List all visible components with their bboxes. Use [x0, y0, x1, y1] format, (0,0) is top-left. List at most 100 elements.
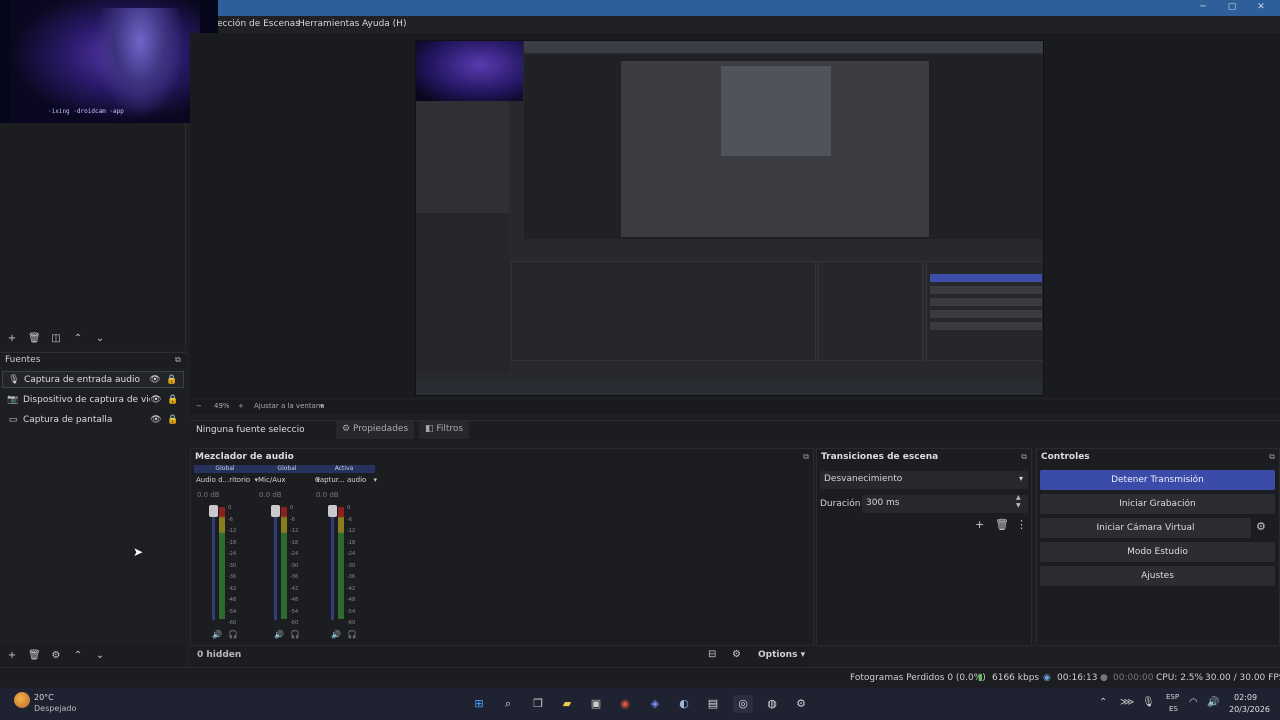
studio-mode-button[interactable]: Modo Estudio	[1040, 542, 1275, 562]
move-down-icon[interactable]: ⌄	[94, 333, 106, 344]
channel-name[interactable]: Mic/Aux	[258, 476, 312, 484]
filters-button[interactable]: ◧ Filtros	[419, 421, 470, 439]
speaker-icon[interactable]: 🔊	[274, 630, 284, 639]
lock-icon[interactable]: 🔒	[167, 415, 179, 425]
chevron-down-icon[interactable]: ▾	[373, 476, 377, 484]
lock-icon[interactable]: 🔒	[166, 375, 178, 385]
volume-slider-handle[interactable]	[209, 505, 218, 517]
gear-icon[interactable]: ⚙	[1256, 520, 1266, 533]
chrome-icon[interactable]: ◉	[615, 695, 635, 713]
volume-icon[interactable]: 🔊	[1207, 697, 1219, 708]
gear-icon[interactable]: ⚙	[50, 650, 62, 661]
close-button[interactable]: ✕	[1255, 2, 1267, 12]
weather-icon[interactable]	[14, 692, 30, 708]
stop-streaming-button[interactable]: Detener Transmisión	[1040, 470, 1275, 490]
volume-slider[interactable]	[331, 505, 334, 620]
language-indicator[interactable]: ESP	[1166, 693, 1179, 701]
zoom-out-button[interactable]: −	[196, 402, 202, 410]
zoom-fit-label[interactable]: Ajustar a la ventana	[254, 402, 325, 410]
trash-icon[interactable]: 🗑	[995, 518, 1009, 531]
discord-icon[interactable]: ◈	[645, 695, 665, 713]
undock-icon[interactable]: ⧉	[1269, 452, 1275, 462]
settings-icon[interactable]: ⚙	[732, 649, 741, 660]
app-icon[interactable]: ◍	[762, 695, 782, 713]
store-icon[interactable]: ▣	[586, 695, 606, 713]
headphones-icon[interactable]: 🎧	[290, 630, 300, 639]
trash-icon[interactable]: 🗑	[28, 650, 41, 661]
search-icon[interactable]: ⌕	[498, 695, 518, 713]
trash-icon[interactable]: 🗑	[28, 333, 41, 344]
zoom-in-button[interactable]: +	[238, 402, 244, 410]
undock-icon[interactable]: ⧉	[175, 355, 181, 365]
menu-scene-collection[interactable]: ección de Escenas	[217, 19, 300, 29]
task-view-icon[interactable]: ❐	[528, 695, 548, 713]
volume-slider[interactable]	[274, 505, 277, 620]
channel-name[interactable]: Captur... audio	[315, 476, 369, 484]
source-item[interactable]: 📷 Dispositivo de captura de video 👁 🔒	[2, 391, 184, 408]
minimize-button[interactable]: ─	[1197, 2, 1209, 12]
duration-spinner[interactable]: ▲ ▼	[1016, 494, 1021, 510]
meter-scale: 0 -6 -12 -18 -24 -30 -36 -42 -48 -54 -60	[290, 505, 306, 626]
meter-tick: 0	[347, 505, 351, 511]
transition-select[interactable]: Desvanecimiento ▾	[820, 471, 1028, 489]
steam-icon[interactable]: ◐	[674, 695, 694, 713]
meter-tick: -24	[290, 551, 299, 557]
clock-time[interactable]: 02:09	[1234, 693, 1257, 702]
more-icon[interactable]: ⋮	[1016, 518, 1027, 531]
controls-title: Controles	[1041, 452, 1090, 462]
keyboard-layout[interactable]: ES	[1169, 705, 1178, 713]
properties-button[interactable]: ⚙ Propiedades	[336, 421, 415, 439]
speaker-icon[interactable]: 🔊	[331, 630, 341, 639]
move-up-icon[interactable]: ⌃	[72, 333, 84, 344]
preview-nested-sources	[416, 213, 509, 373]
chevron-up-icon[interactable]: ⌃	[1099, 697, 1107, 708]
clock-date[interactable]: 20/3/2026	[1229, 705, 1270, 714]
volume-slider-handle[interactable]	[271, 505, 280, 517]
meter-tick: -12	[347, 528, 356, 534]
channel-name[interactable]: Audio d...ritorio	[196, 476, 250, 484]
menu-help[interactable]: Ayuda (H)	[362, 19, 406, 29]
network-icon[interactable]: ⋙	[1120, 697, 1134, 708]
chevron-down-icon[interactable]: ▾	[320, 402, 324, 410]
meter-tick: -18	[228, 539, 237, 546]
volume-slider[interactable]	[212, 505, 215, 620]
eye-icon[interactable]: 👁	[150, 395, 162, 405]
options-label: Options	[758, 650, 798, 660]
headphones-icon[interactable]: 🎧	[347, 630, 357, 639]
folder-icon[interactable]: ▰	[557, 695, 577, 713]
volume-slider-handle[interactable]	[328, 505, 337, 517]
settings-button[interactable]: Ajustes	[1040, 566, 1275, 586]
menu-tools[interactable]: Herramientas	[298, 19, 359, 29]
move-up-icon[interactable]: ⌃	[72, 650, 84, 661]
speaker-icon[interactable]: 🔊	[212, 630, 222, 639]
maximize-button[interactable]: ▢	[1226, 2, 1238, 12]
duration-input[interactable]: 300 ms	[862, 495, 1028, 513]
source-item[interactable]: ▭ Captura de pantalla 👁 🔒	[2, 411, 184, 428]
terminal-icon[interactable]: ▤	[703, 695, 723, 713]
obs-icon[interactable]: ◎	[733, 695, 753, 713]
layout-icon[interactable]: ⊟	[708, 649, 716, 660]
filter-icon[interactable]: ◫	[50, 333, 62, 344]
undock-icon[interactable]: ⧉	[1021, 452, 1027, 462]
meter-scale: 0 -6 -12 -18 -24 -30 -36 -42 -48 -54 -60	[228, 505, 244, 626]
preview-canvas[interactable]	[415, 40, 1044, 396]
add-icon[interactable]: +	[6, 650, 18, 661]
microphone-icon[interactable]: 🎙	[1142, 697, 1155, 708]
headphones-icon[interactable]: 🎧	[228, 630, 238, 639]
add-icon[interactable]: +	[975, 518, 984, 531]
wifi-icon[interactable]: ◠	[1189, 697, 1198, 708]
meter-tick: -36	[228, 574, 237, 580]
start-virtual-camera-button[interactable]: Iniciar Cámara Virtual	[1040, 518, 1251, 538]
meter-tick: -6	[228, 516, 233, 523]
start-recording-button[interactable]: Iniciar Grabación	[1040, 494, 1275, 514]
undock-icon[interactable]: ⧉	[803, 452, 809, 462]
start-icon[interactable]: ⊞	[469, 695, 489, 713]
eye-icon[interactable]: 👁	[150, 415, 162, 425]
source-item[interactable]: 🎙 Captura de entrada audio 👁 🔒	[2, 371, 184, 388]
settings-icon[interactable]: ⚙	[791, 695, 811, 713]
eye-icon[interactable]: 👁	[149, 375, 161, 385]
add-icon[interactable]: +	[6, 333, 18, 344]
move-down-icon[interactable]: ⌄	[94, 650, 106, 661]
options-button[interactable]: Options ▾	[758, 650, 805, 660]
lock-icon[interactable]: 🔒	[167, 395, 179, 405]
